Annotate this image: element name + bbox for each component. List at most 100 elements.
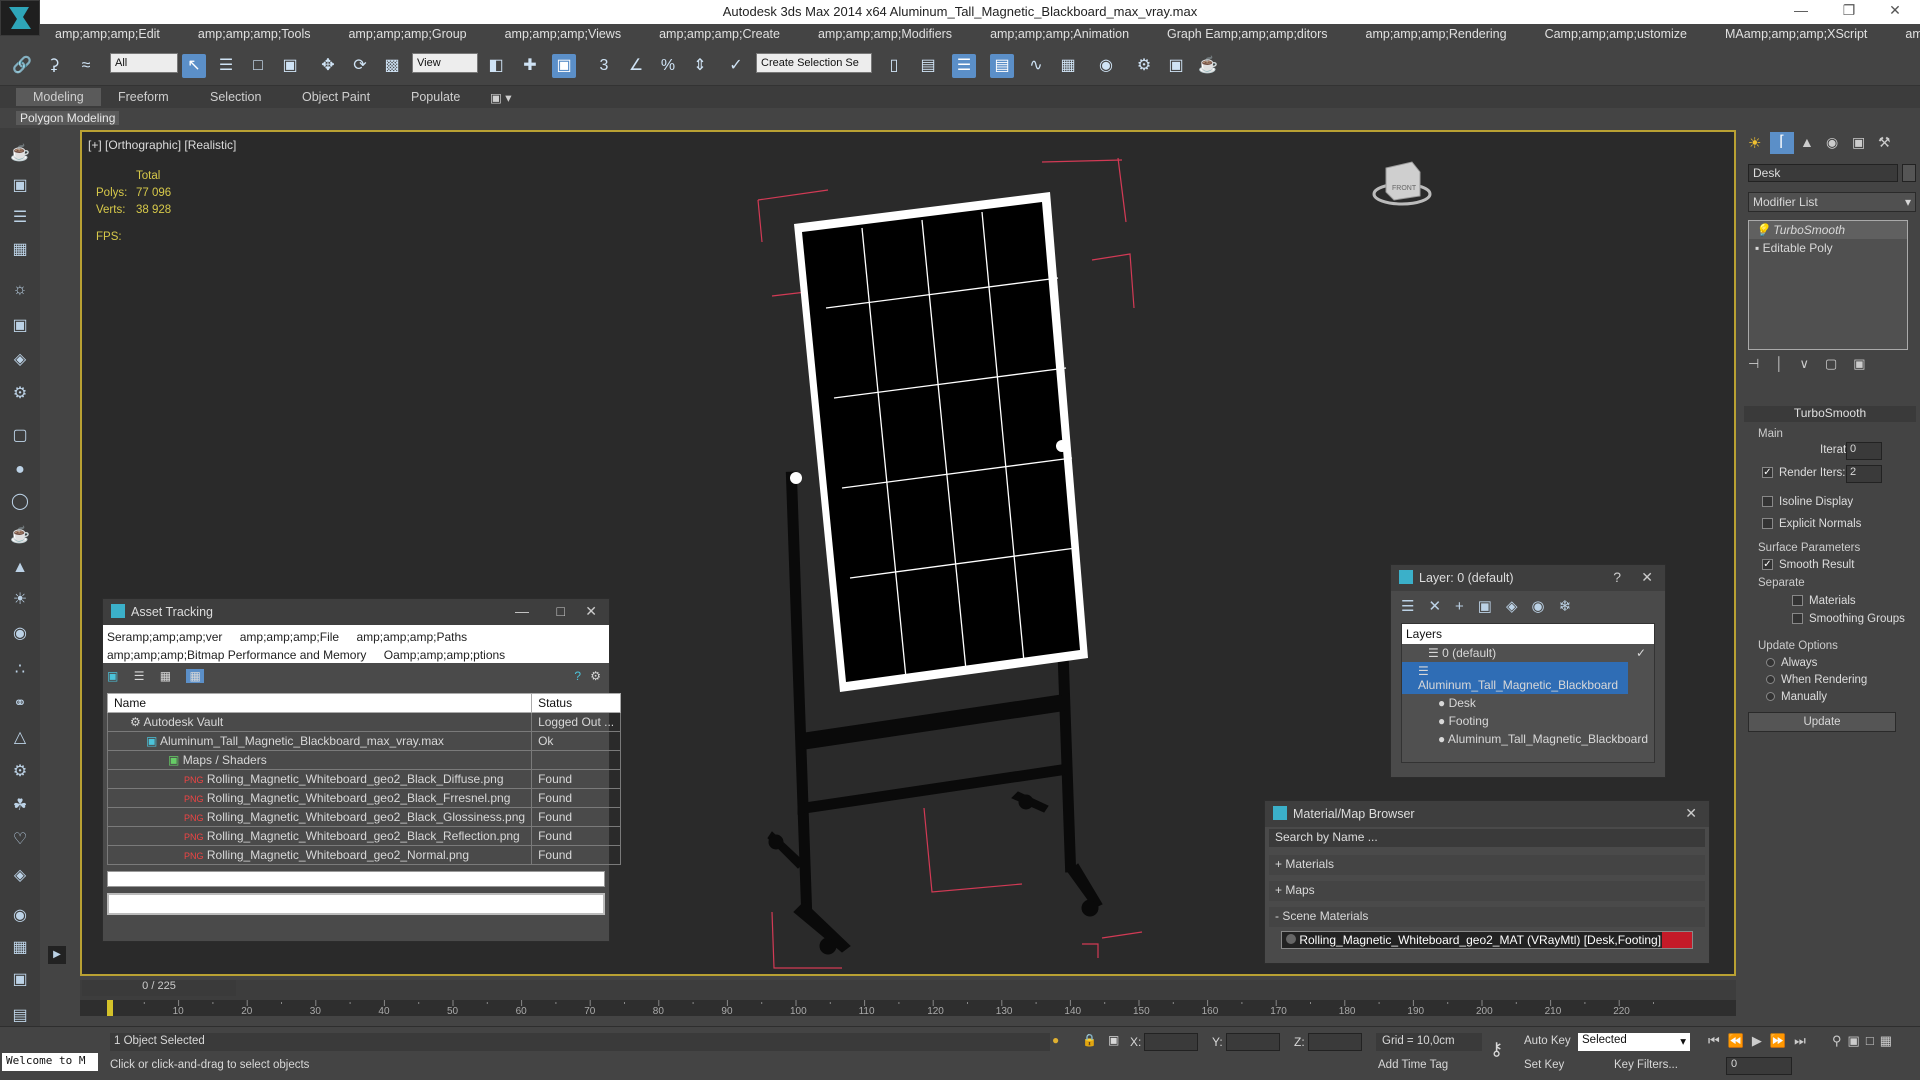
minimize-icon[interactable]: — (1786, 2, 1816, 18)
close-icon[interactable]: ✕ (585, 603, 597, 620)
material-editor-icon[interactable]: ◉ (1094, 54, 1118, 78)
menu-create[interactable]: amp;amp;amp;Create (645, 24, 804, 46)
menu-group[interactable]: amp;amp;amp;Group (334, 24, 490, 46)
list-view-icon[interactable]: ☰ (134, 669, 145, 683)
zoom-extents-all-icon[interactable]: ▦ (1880, 1033, 1898, 1048)
polygon-modeling-panel[interactable]: Polygon Modeling (16, 111, 120, 125)
menu-animation[interactable]: amp;amp;amp;Animation (976, 24, 1153, 46)
render-iters-row[interactable]: ✓ Render Iters: (1762, 467, 1845, 479)
key-filters-button[interactable]: Key Filters... (1614, 1059, 1678, 1071)
named-selection-set-dropdown[interactable]: Create Selection Se (756, 53, 872, 73)
window-crossing-icon[interactable]: ▣ (278, 54, 302, 78)
teapot-icon[interactable]: ☕ (8, 142, 32, 166)
camera-icon[interactable]: ▣ (8, 314, 32, 338)
bind-space-warp-icon[interactable]: ≈ (74, 54, 98, 78)
update-button[interactable]: Update (1748, 712, 1896, 732)
key-mode-dropdown[interactable]: Selected ▾ (1578, 1033, 1690, 1051)
auto-key-button[interactable]: Auto Key (1524, 1035, 1571, 1047)
layers-header[interactable]: Layers (1402, 624, 1654, 644)
add-to-layer-icon[interactable]: + (1455, 598, 1478, 615)
configure-sets-icon[interactable]: ▣ (1853, 356, 1881, 371)
plant-icon[interactable]: ☘ (8, 794, 32, 818)
list-icon[interactable]: ☰ (8, 206, 32, 230)
render-iters-spinner[interactable]: 2 (1846, 465, 1882, 483)
create-tab-icon[interactable]: ☀ (1748, 134, 1761, 152)
when-rendering-radio[interactable]: When Rendering (1766, 674, 1867, 686)
box-icon[interactable]: ▢ (8, 424, 32, 448)
make-unique-icon[interactable]: ∨ (1799, 356, 1825, 371)
show-end-result-icon[interactable]: │ (1775, 356, 1799, 371)
help-icon[interactable]: ? (1613, 569, 1621, 585)
reference-coordinate-dropdown[interactable]: View (412, 53, 478, 73)
isoline-display-checkbox[interactable]: Isoline Display (1762, 496, 1853, 508)
table-row[interactable]: ⚙ Autodesk Vault Logged Out ... (106, 712, 622, 732)
script-icon[interactable]: ▦ (8, 936, 32, 960)
smooth-result-checkbox[interactable]: ✓ Smooth Result (1762, 559, 1854, 571)
menu-rendering[interactable]: amp;amp;amp;Rendering (1352, 24, 1531, 46)
percent-snap-icon[interactable]: % (656, 54, 680, 78)
angle-snap-icon[interactable]: ∠ (624, 54, 648, 78)
light-icon[interactable]: ☼ (8, 278, 32, 302)
menu-edit[interactable]: amp;amp;amp;Edit (40, 24, 184, 46)
maximize-icon[interactable]: □ (557, 603, 565, 619)
time-slider[interactable]: 0 / 225 (82, 980, 236, 996)
scale-icon[interactable]: ▩ (380, 54, 404, 78)
table-row[interactable]: PNG Rolling_Magnetic_Whiteboard_geo2_Bla… (106, 807, 622, 827)
minimize-icon[interactable]: — (515, 603, 529, 619)
globe-icon[interactable]: ◉ (8, 904, 32, 928)
highlight-icon[interactable]: ◈ (1506, 598, 1532, 615)
rotate-icon[interactable]: ⟳ (348, 54, 372, 78)
snaps-toggle-icon[interactable]: 3 (592, 54, 616, 78)
tab-freeform[interactable]: Freeform (118, 90, 169, 104)
delete-layer-icon[interactable]: ✕ (1428, 598, 1455, 615)
menu-graph-editors[interactable]: Graph Eamp;amp;amp;ditors (1153, 24, 1352, 46)
menu-bitmap-performance[interactable]: amp;amp;amp;Bitmap Performance and Memor… (107, 648, 366, 662)
zoom-all-icon[interactable]: ▣ (1848, 1033, 1866, 1048)
rendered-frame-window-icon[interactable]: ▣ (1164, 54, 1188, 78)
render-setup-icon[interactable]: ⚙ (1132, 54, 1156, 78)
mirror-icon[interactable]: ▯ (882, 54, 906, 78)
add-time-tag[interactable]: Add Time Tag (1378, 1059, 1448, 1071)
list-item[interactable]: ● Footing (1402, 712, 1654, 730)
z-coordinate-field[interactable] (1308, 1033, 1362, 1051)
path-field[interactable] (107, 893, 605, 915)
current-frame-field[interactable]: 0 (1726, 1057, 1792, 1075)
sphere-icon[interactable]: ● (8, 458, 32, 482)
previous-frame-icon[interactable]: ⏪ (1728, 1033, 1752, 1048)
column-name[interactable]: Name (106, 693, 533, 713)
select-and-link-icon[interactable]: 🔗 (10, 54, 34, 78)
x-coordinate-field[interactable] (1144, 1033, 1198, 1051)
next-frame-icon[interactable]: ⏩ (1770, 1033, 1794, 1048)
disc-icon[interactable]: ◉ (8, 622, 32, 646)
freeze-all-icon[interactable]: ❄ (1559, 598, 1586, 615)
menu-help[interactable]: amp;amp;amp;Help (1891, 24, 1920, 46)
graphite-ribbon-icon[interactable]: ▤ (990, 54, 1014, 78)
move-icon[interactable]: ✥ (316, 54, 340, 78)
utilities-tab-icon[interactable]: ⚒ (1878, 134, 1891, 151)
grid-icon[interactable]: ▦ (8, 238, 32, 262)
stack-item-editable-poly[interactable]: ▪ Editable Poly (1749, 239, 1907, 257)
list-item[interactable]: ☰ 0 (default) ✓ (1402, 644, 1654, 662)
horizontal-scrollbar[interactable] (107, 871, 605, 887)
hierarchy-tab-icon[interactable]: ▲ (1800, 134, 1814, 150)
sun-icon[interactable]: ☀ (8, 588, 32, 612)
materials-checkbox[interactable]: Materials (1792, 595, 1856, 607)
go-to-start-icon[interactable]: ⏮ (1708, 1033, 1728, 1048)
isolate-icon[interactable]: ● (1052, 1033, 1059, 1047)
close-icon[interactable]: ✕ (1880, 2, 1910, 19)
helper-icon[interactable]: ◈ (8, 348, 32, 372)
tab-modeling[interactable]: Modeling (16, 88, 101, 106)
spinner-snap-icon[interactable]: ⇕ (688, 54, 712, 78)
panel-icon[interactable]: ▤ (8, 1004, 32, 1028)
absolute-mode-icon[interactable]: ▣ (1108, 1033, 1119, 1047)
explicit-normals-checkbox[interactable]: Explicit Normals (1762, 518, 1861, 530)
restore-icon[interactable]: ❐ (1834, 2, 1864, 19)
select-objects-icon[interactable]: ▣ (1478, 598, 1506, 615)
go-to-end-icon[interactable]: ⏭ (1794, 1033, 1814, 1048)
group-icon[interactable]: ⚙ (8, 382, 32, 406)
maxscript-listener[interactable]: Welcome to M (2, 1053, 98, 1071)
zoom-extents-icon[interactable]: □ (1866, 1033, 1880, 1048)
select-manipulate-icon[interactable]: ✚ (518, 54, 542, 78)
motion-tab-icon[interactable]: ◉ (1826, 134, 1838, 151)
table-row[interactable]: ▣ Maps / Shaders (106, 750, 622, 770)
